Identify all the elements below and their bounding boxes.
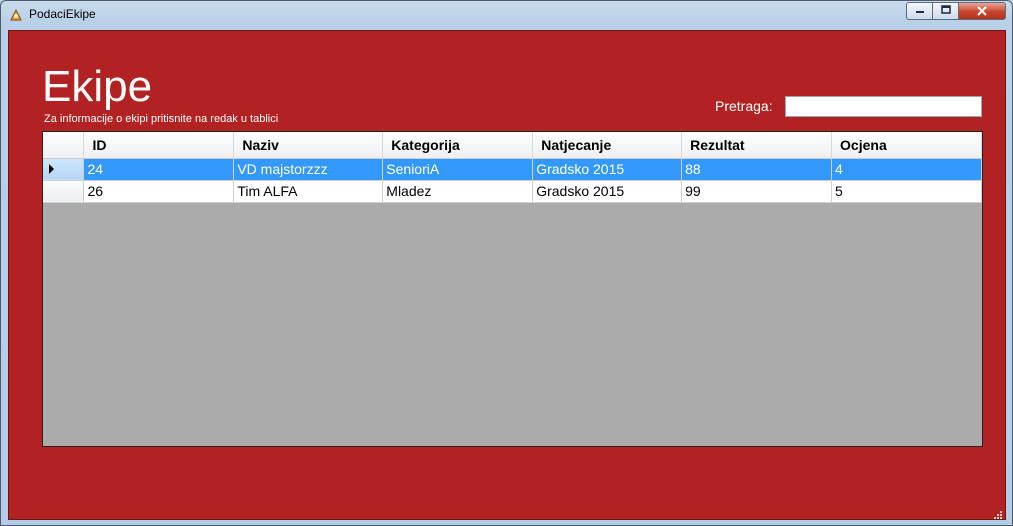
row-header-corner[interactable] [43,132,85,159]
table-cell[interactable]: 5 [831,180,982,203]
table-cell[interactable]: 24 [83,158,235,181]
form-client-area: Ekipe Za informacije o ekipi pritisnite … [8,30,1006,520]
row-pointer-icon [49,164,54,174]
teams-table: ID Naziv Kategorija Natjecanje Rezultat … [43,132,982,203]
table-cell[interactable]: SenioriA [382,158,534,181]
header-row: ID Naziv Kategorija Natjecanje Rezultat … [43,132,982,159]
maximize-icon [940,5,951,17]
search-label: Pretraga: [715,98,773,114]
search-input[interactable] [785,96,982,117]
row-header[interactable] [43,180,85,203]
app-icon[interactable] [9,8,23,22]
page-subtitle: Za informacije o ekipi pritisnite na red… [44,113,279,125]
title-bar[interactable]: PodaciEkipe [1,1,1012,29]
column-header-kategorija[interactable]: Kategorija [382,132,534,159]
column-header-natjecanje[interactable]: Natjecanje [532,132,683,159]
teams-data-grid[interactable]: ID Naziv Kategorija Natjecanje Rezultat … [42,131,983,447]
table-cell[interactable]: Tim ALFA [233,180,384,203]
table-cell[interactable]: 99 [681,180,833,203]
table-cell[interactable]: 4 [831,158,982,181]
column-header-ocjena[interactable]: Ocjena [831,132,982,159]
column-header-rezultat[interactable]: Rezultat [681,132,833,159]
page-title: Ekipe [42,62,153,111]
table-cell[interactable]: 26 [83,180,235,203]
row-header[interactable] [43,158,85,181]
minimize-button[interactable] [906,2,933,20]
window-title: PodaciEkipe [29,7,96,21]
table-cell[interactable]: Gradsko 2015 [532,180,683,203]
minimize-icon [915,5,925,17]
table-cell[interactable]: 88 [681,158,833,181]
table-row[interactable]: 26 Tim ALFA Mladez Gradsko 2015 99 5 [43,180,982,203]
maximize-button[interactable] [932,2,959,20]
resize-grip-icon[interactable] [992,506,1002,519]
table-cell[interactable]: Gradsko 2015 [532,158,683,181]
table-cell[interactable]: Mladez [382,180,534,203]
table-cell[interactable]: VD majstorzzz [233,158,384,181]
app-window: PodaciEkipe Ekipe Za informacije o ekipi… [0,0,1013,526]
column-header-id[interactable]: ID [83,132,235,159]
table-row[interactable]: 24 VD majstorzzz SenioriA Gradsko 2015 8… [43,158,982,181]
close-button[interactable] [958,2,1006,20]
close-icon [977,4,987,19]
column-header-naziv[interactable]: Naziv [233,132,384,159]
